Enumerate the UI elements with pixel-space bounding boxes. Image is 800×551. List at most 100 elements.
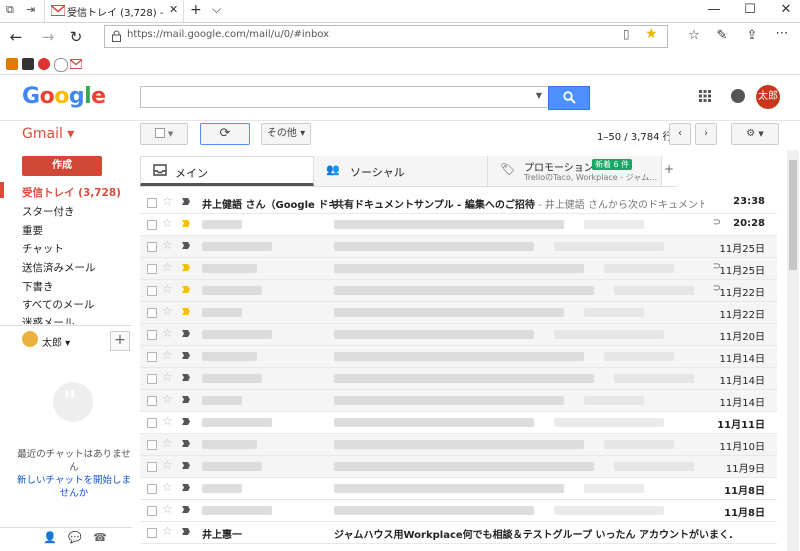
scrollbar-thumb[interactable] [789,160,797,270]
older-page-button[interactable]: › [695,123,717,145]
chat-user-name[interactable]: 太郎 ▾ [42,334,70,349]
row-checkbox[interactable] [147,308,157,318]
tab-promotions[interactable]: 🏷 プロモーション 新着 6 件 TrelloのTaco, Workplace … [488,156,662,186]
chat-add-button[interactable]: + [110,331,130,351]
forward-arrow-icon[interactable]: → [38,28,58,46]
refresh-button[interactable]: ⟳ [200,123,250,145]
sidebar-item-drafts[interactable]: 下書き [22,279,54,294]
importance-marker-icon[interactable] [182,484,190,491]
close-window-button[interactable]: ✕ [776,2,796,17]
address-bar[interactable]: https://mail.google.com/mail/u/0/#inbox … [104,25,668,48]
favorite-star-icon[interactable]: ★ [645,26,658,42]
tab-primary[interactable]: メイン [140,156,314,186]
compose-button[interactable]: 作成 [22,156,102,176]
row-checkbox[interactable] [147,264,157,274]
row-checkbox[interactable] [147,462,157,472]
sidebar-item-sent[interactable]: 送信済みメール [22,260,96,275]
row-checkbox[interactable] [147,396,157,406]
star-icon[interactable]: ☆ [162,480,173,494]
search-input[interactable]: ▼ [140,86,549,108]
mail-row[interactable]: ☆ 11月14日 [140,368,777,390]
favorite-3-icon[interactable] [38,58,50,70]
star-icon[interactable]: ☆ [162,304,173,318]
sidebar-item-important[interactable]: 重要 [22,223,43,238]
row-checkbox[interactable] [147,330,157,340]
apps-grid-icon[interactable] [699,90,711,102]
mail-row[interactable]: ☆ 11月25日 [140,236,777,258]
favorites-hub-icon[interactable]: ☆ [684,28,704,43]
importance-marker-icon[interactable] [182,528,190,535]
select-checkbox-button[interactable]: ▼ [140,123,188,145]
sidebar-item-inbox[interactable]: 受信トレイ (3,728) [22,185,121,200]
importance-marker-icon[interactable] [182,308,190,315]
newer-page-button[interactable]: ‹ [669,123,691,145]
favorite-4-icon[interactable] [54,58,68,72]
star-icon[interactable]: ☆ [162,370,173,384]
browser-tab-gmail[interactable]: 受信トレイ (3,728) - keng ✕ [44,0,184,22]
mail-row[interactable]: ☆ 11月11日 [140,412,777,434]
importance-marker-icon[interactable] [182,374,190,381]
importance-marker-icon[interactable] [182,418,190,425]
mail-row[interactable]: ☆ 11月14日 [140,390,777,412]
mail-row[interactable]: ☆ 11月25日 ⊃ [140,258,777,280]
more-actions-button[interactable]: その他 ▾ [261,123,311,145]
row-checkbox[interactable] [147,374,157,384]
row-checkbox[interactable] [147,220,157,230]
star-icon[interactable]: ☆ [162,502,173,516]
account-avatar[interactable]: 太郎 [756,85,780,109]
favorite-gmail-icon[interactable] [69,58,83,70]
star-icon[interactable]: ☆ [162,194,173,208]
search-options-icon[interactable]: ▼ [536,91,542,100]
tab-social[interactable]: 👥 ソーシャル [314,156,488,186]
tab-close-icon[interactable]: ✕ [169,3,178,16]
mail-row[interactable]: ☆ 井上惠一 ジャムハウス用Workplace何でも相談＆テストグループ いったん … [140,522,777,544]
star-icon[interactable]: ☆ [162,326,173,340]
star-icon[interactable]: ☆ [162,414,173,428]
notifications-icon[interactable] [731,89,745,103]
favorite-1-icon[interactable] [6,58,18,70]
sidebar-item-all-mail[interactable]: すべてのメール [22,297,94,312]
mail-row[interactable]: ☆ 20:28 ⊃ [140,214,777,236]
star-icon[interactable]: ☆ [162,458,173,472]
back-arrow-icon[interactable]: ← [6,28,26,46]
hangouts-tab-icon[interactable]: 💬 [65,531,85,544]
maximize-button[interactable]: ☐ [740,2,760,17]
importance-marker-icon[interactable] [182,220,190,227]
importance-marker-icon[interactable] [182,352,190,359]
favorite-2-icon[interactable] [22,58,34,70]
mail-row[interactable]: ☆ 11月22日 [140,302,777,324]
new-tab-button[interactable]: + [190,2,202,18]
mail-row[interactable]: ☆ 11月14日 [140,346,777,368]
star-icon[interactable]: ☆ [162,282,173,296]
reload-icon[interactable]: ↻ [66,28,86,46]
importance-marker-icon[interactable] [182,440,190,447]
row-checkbox[interactable] [147,506,157,516]
row-checkbox[interactable] [147,418,157,428]
sidebar-item-starred[interactable]: スター付き [22,204,75,219]
row-checkbox[interactable] [147,198,157,208]
sidebar-item-spam[interactable]: 迷惑メール [22,315,75,324]
mail-row[interactable]: ☆ 11月8日 [140,500,777,522]
importance-marker-icon[interactable] [182,462,190,469]
sidebar-item-chats[interactable]: チャット [22,241,64,256]
set-aside-tabs-icon[interactable]: ⇥ [26,3,35,16]
importance-marker-icon[interactable] [182,198,190,205]
importance-marker-icon[interactable] [182,506,190,513]
row-checkbox[interactable] [147,286,157,296]
star-icon[interactable]: ☆ [162,348,173,362]
star-icon[interactable]: ☆ [162,216,173,230]
settings-button[interactable]: ⚙ ▼ [731,123,779,145]
reading-view-icon[interactable]: ▯ [623,27,630,41]
mail-row[interactable]: ☆ 11月10日 [140,434,777,456]
row-checkbox[interactable] [147,440,157,450]
share-icon[interactable]: ⇪ [742,28,762,43]
mail-row[interactable]: ☆ 11月22日 ⊃ [140,280,777,302]
importance-marker-icon[interactable] [182,242,190,249]
google-logo[interactable]: Google [22,84,106,109]
tab-preview-icon[interactable]: ⧉ [6,3,14,17]
star-icon[interactable]: ☆ [162,238,173,252]
mail-row[interactable]: ☆ 11月20日 [140,324,777,346]
gmail-menu-label[interactable]: Gmail ▾ [22,126,74,142]
row-checkbox[interactable] [147,242,157,252]
tab-menu-icon[interactable]: ⌵ [212,2,221,17]
